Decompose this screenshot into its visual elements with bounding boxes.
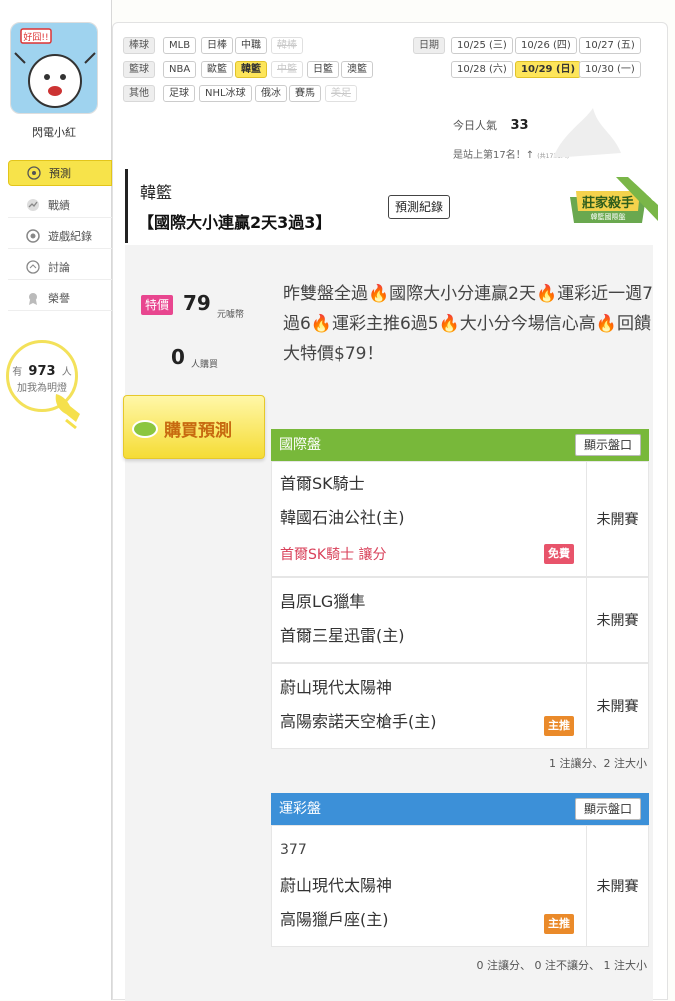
popularity-label: 今日人氣 (453, 119, 497, 132)
team-home: 高陽獵戶座(主) (280, 910, 389, 929)
sidebar-item-label: 遊戲紀錄 (48, 229, 92, 243)
prediction-header: 韓籃 【國際大小連贏2天3過3】 預測紀錄 莊家殺手 韓籃國際盤 長期穩定 (125, 169, 659, 243)
chip-cpbl[interactable]: 中職 (235, 37, 267, 54)
intl-summary: 1 注讓分、2 注大小 (549, 757, 647, 770)
avatar[interactable]: 好囧!! (10, 22, 98, 114)
special-price-badge: 特價 (141, 295, 174, 315)
team-away: 蔚山現代太陽神 (280, 876, 393, 895)
prediction-history-button[interactable]: 預測紀錄 (388, 195, 451, 219)
bookie-killer-badge: 莊家殺手 韓籃國際盤 長期穩定 (558, 176, 659, 237)
popularity-value: 33 (510, 118, 529, 133)
fans-count: 973 (28, 364, 56, 379)
pick-text: 首爾SK騎士 讓分 (280, 547, 387, 563)
record-icon (26, 228, 40, 243)
team-away: 首爾SK騎士 (280, 474, 365, 493)
game-status: 未開賽 (586, 578, 648, 662)
chip-date-1028[interactable]: 10/28 (六) (451, 61, 513, 78)
chip-date-1026[interactable]: 10/26 (四) (515, 37, 577, 54)
splash-decoration-icon (553, 108, 621, 158)
badge-title: 莊家殺手 (582, 195, 634, 211)
chip-date-1027[interactable]: 10/27 (五) (579, 37, 641, 54)
chip-nbl[interactable]: 澳籃 (341, 61, 373, 78)
chip-date-1029[interactable]: 10/29 (日) (515, 61, 582, 78)
free-tag: 免費 (544, 544, 574, 564)
filter-label-basketball: 籃球 (123, 61, 155, 78)
chip-date-1025[interactable]: 10/25 (三) (451, 37, 513, 54)
table-row: 蔚山現代太陽神 高陽索諾天空槍手(主) 主推 未開賽 (271, 663, 649, 749)
table-row: 昌原LG獵隼 首爾三星迅雷(主) 未開賽 (271, 577, 649, 663)
rank-text: 是站上第17名！↑ (453, 150, 535, 161)
team-away: 昌原LG獵隼 (280, 592, 366, 611)
lottery-summary: 0 注讓分、 0 注不讓分、 1 注大小 (476, 959, 647, 972)
game-code: 377 (280, 842, 307, 858)
chip-kbo: 韓棒 (271, 37, 303, 54)
coin-icon (132, 420, 158, 438)
chip-kbl[interactable]: 韓籃 (235, 61, 267, 78)
avatar-label: 好囧!! (23, 31, 48, 43)
chip-nba[interactable]: NBA (163, 61, 197, 78)
promo-title: 【國際大小連贏2天3過3】 (138, 213, 332, 232)
buyer-count: 0 (171, 345, 185, 369)
chip-sbl: 中籃 (271, 61, 303, 78)
price-unit: 元噱幣 (217, 310, 245, 320)
sidebar-item-label: 榮譽 (48, 291, 70, 305)
sidebar-item-discussion[interactable]: 討論 (8, 254, 112, 280)
chip-horse-racing[interactable]: 賽馬 (289, 85, 321, 102)
game-status: 未開賽 (586, 462, 648, 576)
target-icon (27, 166, 41, 180)
lottery-show-odds-button[interactable]: 顯示盤口 (574, 798, 641, 820)
filter-label-other: 其他 (123, 85, 155, 102)
prediction-panel: 棒球 MLB 日棒 中職 韓棒 籃球 NBA 歐籃 韓籃 中籃 日籃 澳籃 其他… (112, 22, 668, 1001)
chip-soccer[interactable]: 足球 (163, 85, 195, 102)
table-row: 377 蔚山現代太陽神 高陽獵戶座(主) 主推 未開賽 (271, 825, 649, 947)
buy-prediction-button[interactable]: 購買預測 (123, 395, 265, 459)
user-name: 閃電小紅 (32, 126, 76, 139)
sidebar-item-record[interactable]: 戰績 (8, 192, 112, 218)
sidebar: 好囧!! 閃電小紅 預測 戰績 遊戲紀錄 討論 榮譽 有 973 人 加我為明燈 (0, 0, 112, 1000)
table-row: 首爾SK騎士 韓國石油公社(主) 首爾SK騎士 讓分 免費 未開賽 (271, 461, 649, 577)
chat-icon (26, 259, 40, 274)
buy-prediction-label: 購買預測 (164, 421, 232, 441)
intl-table-title: 國際盤 (279, 437, 321, 453)
buyer-unit: 人購買 (191, 360, 219, 370)
sidebar-item-game-log[interactable]: 遊戲紀錄 (8, 223, 112, 249)
fans-prefix: 有 (12, 367, 23, 378)
sidebar-item-label: 戰績 (48, 198, 70, 212)
main-pick-tag: 主推 (544, 914, 574, 934)
chip-nhl[interactable]: NHL冰球 (199, 85, 252, 102)
league-title: 韓籃 (140, 183, 173, 202)
prediction-description: 昨雙盤全過🔥國際大小分連贏2天🔥運彩近一週7過6🔥運彩主推6過5🔥大小分今場信心… (283, 284, 653, 364)
fans-suffix: 人 (61, 367, 72, 378)
lightbulb-icon (55, 394, 80, 430)
chip-date-1030[interactable]: 10/30 (一) (579, 61, 641, 78)
game-status: 未開賽 (586, 826, 648, 946)
chart-icon (26, 198, 40, 212)
lottery-table-title: 運彩盤 (279, 801, 321, 817)
popularity: 今日人氣 33 (453, 117, 529, 133)
team-home: 韓國石油公社(主) (280, 508, 405, 527)
intl-table-header: 國際盤 顯示盤口 (271, 429, 649, 461)
team-home: 高陽索諾天空槍手(主) (280, 712, 437, 731)
sidebar-item-honor[interactable]: 榮譽 (8, 285, 112, 311)
team-away: 蔚山現代太陽神 (280, 678, 393, 697)
sidebar-item-predict[interactable]: 預測 (8, 160, 112, 186)
intl-show-odds-button[interactable]: 顯示盤口 (574, 434, 641, 456)
main-pick-tag: 主推 (544, 716, 574, 736)
lottery-table-header: 運彩盤 顯示盤口 (271, 793, 649, 825)
chip-mlb[interactable]: MLB (163, 37, 197, 54)
badge-subtitle: 韓籃國際盤 (591, 212, 626, 221)
sidebar-item-label: 討論 (48, 260, 70, 274)
chip-bleague[interactable]: 日籃 (307, 61, 339, 78)
medal-icon (26, 291, 40, 305)
price-value: 79 (183, 291, 211, 315)
chip-euroleague[interactable]: 歐籃 (201, 61, 233, 78)
filter-label-date: 日期 (413, 37, 445, 54)
chip-nfl: 美足 (325, 85, 357, 102)
team-home: 首爾三星迅雷(主) (280, 626, 405, 645)
filter-label-baseball: 棒球 (123, 37, 155, 54)
chip-npb[interactable]: 日棒 (201, 37, 233, 54)
chip-khl[interactable]: 俄冰 (255, 85, 287, 102)
sidebar-item-label: 預測 (49, 167, 71, 180)
game-status: 未開賽 (586, 664, 648, 748)
